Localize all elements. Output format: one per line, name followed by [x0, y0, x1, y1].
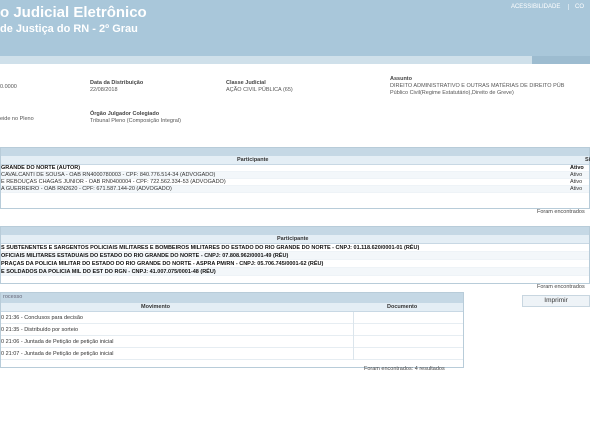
participant-name: E SOLDADOS DA POLICIA MIL DO EST DO RGN …: [1, 269, 216, 275]
movements-column-header: Movimento Documento: [1, 303, 463, 312]
process-movements-panel: rocesso Movimento Documento 0 21:36 - Co…: [0, 292, 464, 368]
active-party-results: Foram encontrados: [537, 209, 585, 215]
participant-name: S SUBTENENTES E SARGENTOS POLICIAIS MILI…: [1, 245, 420, 251]
subject-value-line1: DIREITO ADMINISTRATIVO E OUTRAS MATÉRIAS…: [390, 83, 565, 89]
passive-party-panel: Participante S SUBTENENTES E SARGENTOS P…: [0, 226, 590, 284]
participant-column: Participante: [277, 236, 309, 242]
list-item: 0 21:06 - Juntada de Petição de petição …: [1, 336, 463, 348]
participant-name: OFICIAIS MILITARES ESTADUAIS DO ESTADO D…: [1, 253, 289, 259]
participant-name: GRANDE DO NORTE (AUTOR): [1, 165, 81, 171]
participant-name: CAVALCANTI DE SOUSA - OAB RN4000780003 -…: [1, 172, 216, 178]
movement-text: 0 21:36 - Conclusos para decisão: [1, 315, 83, 321]
class-value: AÇÃO CIVIL PÚBLICA (65): [226, 87, 293, 93]
passive-party-column-header: Participante: [1, 235, 589, 244]
accessibility-link[interactable]: ACESSIBILIDADE: [505, 4, 566, 10]
active-party-header: [1, 148, 589, 156]
process-movements-header: rocesso: [1, 293, 463, 303]
movement-column: Movimento: [141, 304, 171, 310]
table-row: CAVALCANTI DE SOUSA - OAB RN4000780003 -…: [1, 172, 589, 179]
column-divider: [353, 312, 354, 324]
table-row: GRANDE DO NORTE (AUTOR) Ativo: [1, 165, 589, 172]
participant-status: Ativo: [570, 165, 584, 171]
participant-name: A GUERREIRO - OAB RN2620 - CPF: 671.587.…: [1, 186, 172, 192]
process-number-value: 0.0000: [0, 84, 17, 90]
participant-status: Ativo: [570, 179, 583, 185]
header-link-co[interactable]: CO: [568, 4, 590, 10]
active-party-panel: Participante Si GRANDE DO NORTE (AUTOR) …: [0, 147, 590, 209]
passive-party-results: Foram encontrados: [537, 284, 585, 290]
movement-text: 0 21:35 - Distribuído por sorteio: [1, 327, 79, 333]
table-row: S SUBTENENTES E SARGENTOS POLICIAIS MILI…: [1, 244, 589, 252]
print-button[interactable]: Imprimir: [522, 295, 590, 307]
table-row: A GUERREIRO - OAB RN2620 - CPF: 671.587.…: [1, 186, 589, 193]
passive-party-header: [1, 227, 589, 235]
header-underline: [0, 56, 590, 64]
participant-name: PRAÇAS DA POLICIA MILITAR DO ESTADO DO R…: [1, 261, 324, 267]
relator-value: eide no Pleno: [0, 116, 34, 122]
judging-body-label: Órgão Julgador Colegiado: [90, 111, 160, 117]
distribution-date-value: 22/08/2018: [90, 87, 118, 93]
list-item: 0 21:07 - Juntada de Petição de petição …: [1, 348, 463, 360]
document-column: Documento: [387, 304, 418, 310]
app-title: o Judicial Eletrônico: [0, 4, 147, 21]
participant-status: Ativo: [570, 172, 583, 178]
judging-body-value: Tribunal Pleno (Composição Integral): [90, 118, 181, 124]
table-row: OFICIAIS MILITARES ESTADUAIS DO ESTADO D…: [1, 252, 589, 260]
list-item: 0 21:35 - Distribuído por sorteio: [1, 324, 463, 336]
distribution-date-label: Data da Distribuição: [90, 80, 144, 86]
process-movements-label: rocesso: [3, 294, 23, 300]
table-row: PRAÇAS DA POLICIA MILITAR DO ESTADO DO R…: [1, 260, 589, 268]
column-divider: [353, 336, 354, 348]
column-divider: [353, 348, 354, 360]
app-subtitle: de Justiça do RN - 2º Grau: [0, 23, 138, 35]
participant-status: Ativo: [570, 186, 583, 192]
process-details: 0.0000 Data da Distribuição 22/08/2018 C…: [0, 76, 590, 128]
table-row: E SOLDADOS DA POLICIA MIL DO EST DO RGN …: [1, 268, 589, 276]
app-header: o Judicial Eletrônico de Justiça do RN -…: [0, 0, 590, 56]
participant-column: Participante: [237, 157, 269, 163]
movement-text: 0 21:06 - Juntada de Petição de petição …: [1, 339, 114, 345]
active-party-column-header: Participante Si: [1, 156, 590, 165]
header-tab[interactable]: [532, 56, 590, 64]
participant-name: E REBOUÇAS CHAGAS JÚNIOR - OAB RN0400004…: [1, 179, 226, 185]
table-row: E REBOUÇAS CHAGAS JÚNIOR - OAB RN0400004…: [1, 179, 589, 186]
subject-label: Assunto: [390, 76, 412, 82]
movements-results: Foram encontrados: 4 resultados: [364, 366, 445, 372]
subject-value-line2: Público Civil(Regime Estatutário),Direit…: [390, 90, 514, 96]
header-links: ACESSIBILIDADE CO: [505, 4, 590, 10]
class-label: Classe Judicial: [226, 80, 266, 86]
movement-text: 0 21:07 - Juntada de Petição de petição …: [1, 351, 114, 357]
list-item: 0 21:36 - Conclusos para decisão: [1, 312, 463, 324]
situation-column: Si: [585, 157, 590, 163]
column-divider: [353, 324, 354, 336]
